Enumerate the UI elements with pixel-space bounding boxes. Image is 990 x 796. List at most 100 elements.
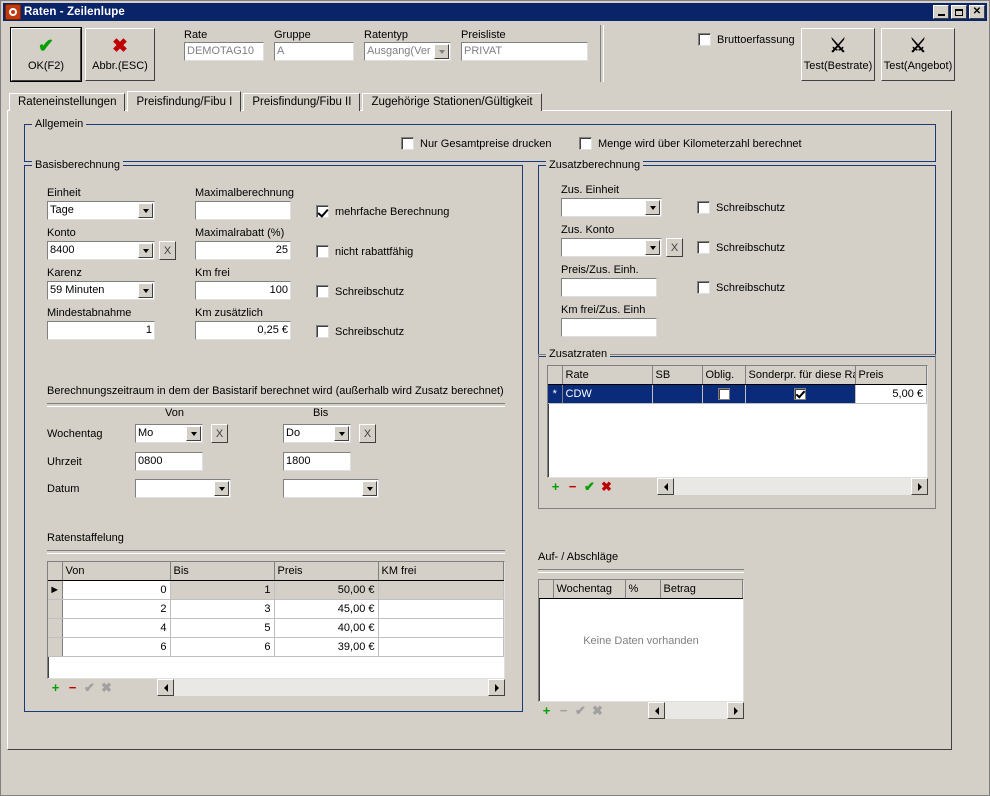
remove-row-button[interactable]: −	[64, 679, 81, 696]
chevron-down-icon[interactable]	[434, 44, 449, 59]
tab-preisfindung-fibu-1[interactable]: Preisfindung/Fibu I	[127, 91, 242, 112]
col-wochentag[interactable]: Wochentag	[553, 580, 626, 599]
chevron-down-icon[interactable]	[334, 426, 349, 441]
cancel-row-button[interactable]: ✖	[598, 478, 615, 495]
col-oblig[interactable]: Oblig.	[702, 366, 746, 385]
nur-gesamtpreise-drucken-checkbox[interactable]: Nur Gesamtpreise drucken	[401, 137, 551, 150]
uhrzeit-bis-input[interactable]: 1800	[283, 452, 351, 471]
gruppe-input[interactable]: A	[274, 42, 354, 61]
col-prozent[interactable]: %	[625, 580, 661, 599]
cell-preis[interactable]: 50,00 €	[274, 580, 379, 600]
sonderpreis-checkbox[interactable]	[794, 388, 806, 401]
scroll-left-button[interactable]	[648, 702, 665, 719]
cancel-row-button[interactable]: ✖	[98, 679, 115, 696]
bruttoerfassung-checkbox[interactable]: Bruttoerfassung	[698, 33, 795, 46]
datum-bis-combo[interactable]	[283, 479, 379, 498]
preisliste-input[interactable]: PRIVAT	[461, 42, 588, 61]
confirm-row-button[interactable]: ✔	[572, 702, 589, 719]
ratenstaffelung-hscrollbar[interactable]	[157, 679, 505, 696]
oblig-checkbox[interactable]	[717, 388, 730, 401]
scroll-right-button[interactable]	[911, 478, 928, 495]
cell-preis[interactable]: 39,00 €	[274, 637, 379, 657]
chevron-down-icon[interactable]	[645, 240, 660, 255]
km-zusaetzlich-input[interactable]: 0,25 €	[195, 321, 291, 340]
preis-zus-schreibschutz-checkbox[interactable]: Schreibschutz	[697, 281, 785, 294]
scroll-left-button[interactable]	[157, 679, 174, 696]
table-row[interactable]: 6 6 39,00 €	[48, 637, 504, 657]
cell-bis[interactable]: 3	[170, 599, 275, 619]
wochentag-von-combo[interactable]: Mo	[135, 424, 203, 443]
cell-bis[interactable]: 1	[170, 580, 275, 600]
zus-einheit-schreibschutz-checkbox[interactable]: Schreibschutz	[697, 201, 785, 214]
preis-zus-einh-input[interactable]	[561, 278, 657, 297]
cancel-button[interactable]: ✖ Abbr.(ESC)	[85, 28, 155, 81]
col-kmfrei[interactable]: KM frei	[378, 562, 504, 581]
chevron-down-icon[interactable]	[362, 481, 377, 496]
col-sonderpreis[interactable]: Sonderpr. für diese Rate	[745, 366, 856, 385]
nicht-rabattfaehig-checkbox[interactable]: nicht rabattfähig	[316, 245, 413, 258]
km-frei-zus-einh-input[interactable]	[561, 318, 657, 337]
ratenstaffelung-grid[interactable]: Von Bis Preis KM frei ► 0 1 50,00 € 2 3 …	[47, 561, 505, 679]
schreibschutz-kmzus-checkbox[interactable]: Schreibschutz	[316, 325, 404, 338]
cell-rate[interactable]: CDW	[562, 384, 653, 404]
col-sb[interactable]: SB	[652, 366, 703, 385]
cell-kmfrei[interactable]	[378, 580, 504, 600]
cell-von[interactable]: 2	[62, 599, 171, 619]
scroll-left-button[interactable]	[657, 478, 674, 495]
cell-preis[interactable]: 5,00 €	[855, 384, 927, 404]
cell-kmfrei[interactable]	[378, 599, 504, 619]
maximize-button[interactable]	[951, 5, 967, 19]
cell-bis[interactable]: 6	[170, 637, 275, 657]
col-preis[interactable]: Preis	[855, 366, 927, 385]
chevron-down-icon[interactable]	[138, 203, 153, 218]
chevron-down-icon[interactable]	[138, 283, 153, 298]
cell-von[interactable]: 4	[62, 618, 171, 638]
maximalberechnung-input[interactable]	[195, 201, 291, 220]
cell-kmfrei[interactable]	[378, 618, 504, 638]
cell-preis[interactable]: 45,00 €	[274, 599, 379, 619]
col-preis[interactable]: Preis	[274, 562, 379, 581]
table-row[interactable]: ► 0 1 50,00 €	[48, 580, 504, 600]
cell-sb[interactable]	[652, 384, 703, 404]
add-row-button[interactable]: +	[538, 702, 555, 719]
tab-rateneinstellungen[interactable]: Rateneinstellungen	[9, 93, 126, 111]
table-row[interactable]: * CDW 5,00 €	[548, 384, 927, 404]
close-button[interactable]: ✕	[969, 5, 985, 19]
cell-von[interactable]: 6	[62, 637, 171, 657]
einheit-combo[interactable]: Tage	[47, 201, 155, 220]
zus-konto-clear-button[interactable]: X	[666, 238, 683, 257]
table-row[interactable]: 2 3 45,00 €	[48, 599, 504, 619]
datum-von-combo[interactable]	[135, 479, 231, 498]
chevron-down-icon[interactable]	[214, 481, 229, 496]
add-row-button[interactable]: +	[47, 679, 64, 696]
add-row-button[interactable]: +	[547, 478, 564, 495]
test-bestrate-button[interactable]: ⚔ Test(Bestrate)	[801, 28, 875, 81]
mindestabnahme-input[interactable]: 1	[47, 321, 155, 340]
menge-ueber-kilometerzahl-checkbox[interactable]: Menge wird über Kilometerzahl berechnet	[579, 137, 802, 150]
col-rate[interactable]: Rate	[562, 366, 653, 385]
chevron-down-icon[interactable]	[138, 243, 153, 258]
remove-row-button[interactable]: −	[555, 702, 572, 719]
zus-einheit-combo[interactable]	[561, 198, 662, 217]
schreibschutz-kmfrei-checkbox[interactable]: Schreibschutz	[316, 285, 404, 298]
confirm-row-button[interactable]: ✔	[581, 478, 598, 495]
confirm-row-button[interactable]: ✔	[81, 679, 98, 696]
cell-sonderpreis[interactable]	[745, 384, 856, 404]
mehrfache-berechnung-checkbox[interactable]: mehrfache Berechnung	[316, 205, 449, 218]
km-frei-input[interactable]: 100	[195, 281, 291, 300]
remove-row-button[interactable]: −	[564, 478, 581, 495]
table-row[interactable]: 4 5 40,00 €	[48, 618, 504, 638]
karenz-combo[interactable]: 59 Minuten	[47, 281, 155, 300]
col-bis[interactable]: Bis	[170, 562, 275, 581]
scroll-right-button[interactable]	[488, 679, 505, 696]
cancel-row-button[interactable]: ✖	[589, 702, 606, 719]
cell-bis[interactable]: 5	[170, 618, 275, 638]
konto-combo[interactable]: 8400	[47, 241, 155, 260]
konto-clear-button[interactable]: X	[159, 241, 176, 260]
tab-preisfindung-fibu-2[interactable]: Preisfindung/Fibu II	[243, 93, 361, 111]
ratentyp-combo[interactable]: Ausgang(Ver	[364, 42, 451, 61]
cell-kmfrei[interactable]	[378, 637, 504, 657]
cell-preis[interactable]: 40,00 €	[274, 618, 379, 638]
scroll-right-button[interactable]	[727, 702, 744, 719]
col-betrag[interactable]: Betrag	[660, 580, 743, 599]
